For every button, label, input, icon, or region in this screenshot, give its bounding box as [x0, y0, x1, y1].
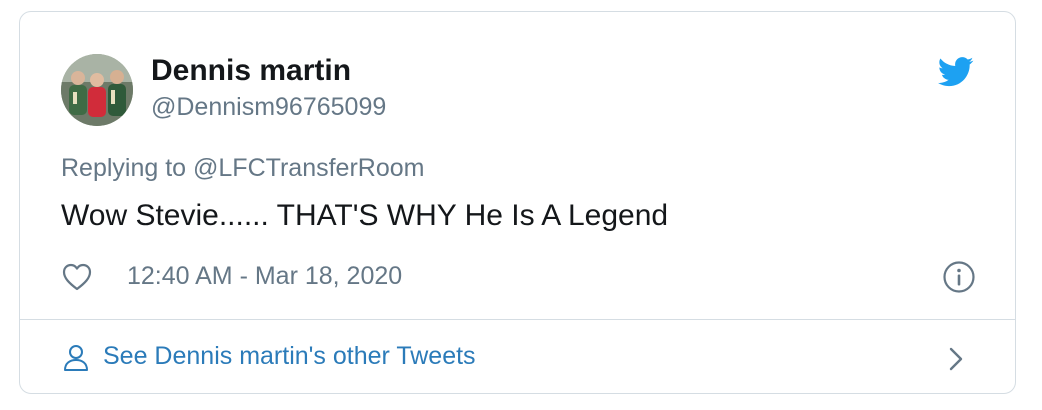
- user-handle[interactable]: @Dennism96765099: [151, 93, 386, 122]
- display-name[interactable]: Dennis martin: [151, 54, 351, 88]
- tweet-text: Wow Stevie...... THAT'S WHY He Is A Lege…: [61, 199, 669, 232]
- chevron-right-icon: [947, 345, 965, 373]
- avatar-photo: [61, 54, 133, 126]
- tweet-card: Dennis martin @Dennism96765099 Replying …: [19, 11, 1016, 394]
- heart-icon[interactable]: [61, 262, 93, 292]
- replying-to[interactable]: Replying to @LFCTransferRoom: [61, 154, 424, 183]
- tweet-meta-row: 12:40 AM - Mar 18, 2020: [61, 260, 981, 294]
- see-other-tweets-label: See Dennis martin's other Tweets: [103, 342, 476, 370]
- timestamp[interactable]: 12:40 AM - Mar 18, 2020: [127, 262, 402, 291]
- see-other-tweets-link[interactable]: See Dennis martin's other Tweets: [20, 320, 1015, 394]
- info-icon[interactable]: [942, 260, 976, 294]
- avatar[interactable]: [61, 54, 133, 126]
- twitter-bird-icon[interactable]: [937, 57, 974, 87]
- person-icon: [63, 344, 89, 372]
